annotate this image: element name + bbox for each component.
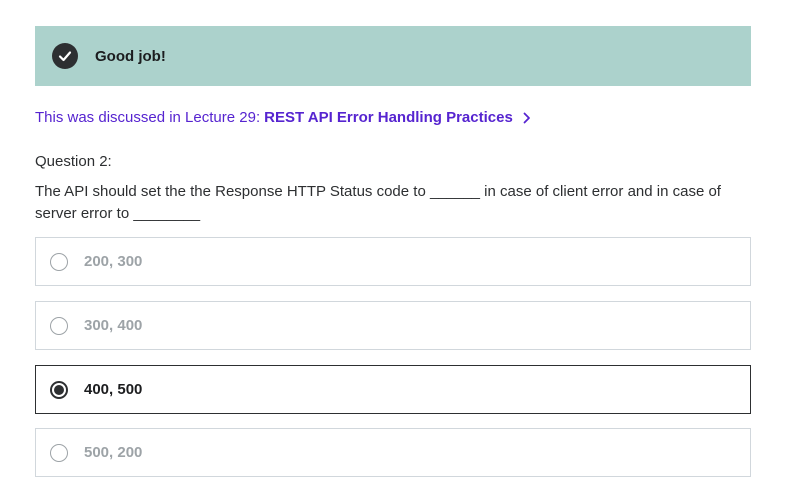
radio-button[interactable] [50, 443, 68, 462]
option-label: 300, 400 [84, 317, 143, 334]
lecture-link-prefix: This was discussed in Lecture 29: [35, 109, 261, 126]
lecture-link[interactable]: This was discussed in Lecture 29: REST A… [35, 109, 531, 126]
option-label: 400, 500 [84, 381, 143, 398]
option-label: 500, 200 [84, 444, 143, 461]
chevron-right-icon[interactable] [523, 112, 531, 124]
answer-option[interactable]: 500, 200 [35, 428, 751, 477]
answer-option[interactable]: 400, 500 [35, 365, 751, 414]
banner-text: Good job! [95, 47, 166, 65]
feedback-banner: Good job! [35, 26, 751, 86]
radio-button[interactable] [50, 380, 68, 399]
answer-option[interactable]: 200, 300 [35, 237, 751, 286]
radio-dot [54, 384, 64, 395]
question-label: Question 2: [35, 153, 112, 170]
lecture-link-title[interactable]: REST API Error Handling Practices [264, 109, 513, 126]
answer-option[interactable]: 300, 400 [35, 301, 751, 350]
question-text: The API should set the the Response HTTP… [35, 183, 721, 222]
radio-button[interactable] [50, 252, 68, 271]
check-circle-icon [52, 43, 78, 69]
option-label: 200, 300 [84, 253, 143, 270]
radio-button[interactable] [50, 316, 68, 335]
